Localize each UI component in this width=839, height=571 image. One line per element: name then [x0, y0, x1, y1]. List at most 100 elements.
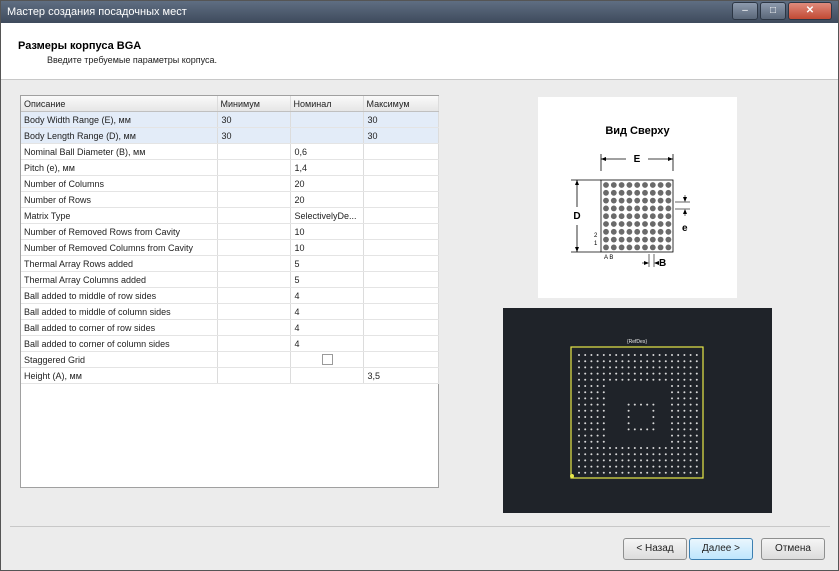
cell-max[interactable] — [363, 143, 439, 160]
pad — [671, 385, 673, 387]
cell-min[interactable] — [217, 191, 291, 208]
cell-max[interactable] — [363, 351, 439, 368]
table-row[interactable]: Thermal Array Columns added 5 — [21, 271, 439, 288]
cell-min[interactable] — [217, 159, 291, 176]
close-button[interactable]: ✕ — [788, 2, 832, 20]
table-row[interactable]: Number of Columns 20 — [21, 175, 439, 192]
cell-nom[interactable]: 4 — [290, 303, 364, 320]
table-row[interactable]: Number of Removed Columns from Cavity 10 — [21, 239, 439, 256]
cell-max[interactable] — [363, 223, 439, 240]
label-B: B — [659, 258, 666, 269]
cell-max[interactable]: 30 — [363, 127, 439, 144]
cell-min[interactable] — [217, 223, 291, 240]
cell-nom[interactable]: 10 — [290, 223, 364, 240]
table-row[interactable]: Body Width Range (E), мм 30 30 — [21, 111, 439, 128]
cell-nom[interactable]: 20 — [290, 191, 364, 208]
cell-nom[interactable] — [290, 367, 364, 384]
cell-max[interactable]: 3,5 — [363, 367, 439, 384]
cell-min[interactable] — [217, 351, 291, 368]
pad — [677, 422, 680, 425]
maximize-button[interactable]: □ — [760, 2, 786, 20]
column-header-description[interactable]: Описание — [21, 96, 218, 112]
pad — [602, 403, 605, 406]
cell-min[interactable]: 30 — [217, 127, 291, 144]
cell-max[interactable] — [363, 239, 439, 256]
pad — [578, 465, 580, 468]
cell-nom[interactable]: 0,6 — [290, 143, 364, 160]
cell-max[interactable] — [363, 303, 439, 320]
column-header-max[interactable]: Максимум — [363, 96, 439, 112]
pad — [695, 453, 698, 456]
empty-cell — [290, 459, 363, 474]
cell-min[interactable] — [217, 175, 291, 192]
cell-min[interactable] — [217, 319, 291, 336]
cell-max[interactable] — [363, 271, 439, 288]
table-row[interactable]: Number of Removed Rows from Cavity 10 — [21, 223, 439, 240]
pad — [646, 428, 649, 431]
table-row[interactable]: Height (A), мм 3,5 — [21, 367, 439, 384]
pad — [658, 360, 661, 363]
cell-min[interactable] — [217, 271, 291, 288]
cell-max[interactable] — [363, 207, 439, 224]
cell-nom[interactable]: SelectivelyDe... — [290, 207, 364, 224]
cell-nom[interactable] — [290, 351, 364, 368]
pad — [627, 403, 630, 406]
pad — [695, 416, 698, 418]
cell-max[interactable] — [363, 287, 439, 304]
cell-nom[interactable]: 20 — [290, 175, 364, 192]
cell-nom[interactable]: 5 — [290, 271, 364, 288]
pad — [578, 434, 580, 437]
table-row[interactable]: Matrix Type SelectivelyDe... — [21, 207, 439, 224]
table-row[interactable]: Staggered Grid — [21, 351, 439, 368]
cell-nom[interactable]: 4 — [290, 335, 364, 352]
cell-min[interactable] — [217, 143, 291, 160]
ball — [649, 197, 656, 204]
table-row[interactable]: Ball added to middle of column sides 4 — [21, 303, 439, 320]
table-row[interactable]: Body Length Range (D), мм 30 30 — [21, 127, 439, 144]
minimize-button[interactable]: – — [732, 2, 758, 20]
table-row[interactable]: Nominal Ball Diameter (B), мм 0,6 — [21, 143, 439, 160]
cell-min[interactable] — [217, 367, 291, 384]
cell-min[interactable] — [217, 207, 291, 224]
cancel-button[interactable]: Отмена — [761, 538, 825, 560]
empty-cell — [21, 459, 217, 474]
cell-nom[interactable]: 10 — [290, 239, 364, 256]
pad — [683, 366, 686, 369]
cell-min[interactable] — [217, 303, 291, 320]
ball — [642, 205, 648, 212]
cell-nom[interactable]: 1,4 — [290, 159, 364, 176]
cell-min[interactable] — [217, 255, 291, 272]
cell-max[interactable] — [363, 175, 439, 192]
cell-nom[interactable]: 4 — [290, 287, 364, 304]
cell-max[interactable]: 30 — [363, 111, 439, 128]
cell-nom[interactable]: 5 — [290, 255, 364, 272]
cell-max[interactable] — [363, 335, 439, 352]
column-header-min[interactable]: Минимум — [217, 96, 291, 112]
pad — [584, 385, 587, 387]
table-row[interactable]: Pitch (e), мм 1,4 — [21, 159, 439, 176]
cell-nom[interactable]: 4 — [290, 319, 364, 336]
next-button[interactable]: Далее > — [689, 538, 753, 560]
table-row[interactable]: Ball added to corner of column sides 4 — [21, 335, 439, 352]
table-row[interactable]: Ball added to corner of row sides 4 — [21, 319, 439, 336]
table-row[interactable]: Number of Rows 20 — [21, 191, 439, 208]
table-row[interactable]: Ball added to middle of row sides 4 — [21, 287, 439, 304]
cell-description: Number of Columns — [21, 175, 218, 192]
cell-min[interactable] — [217, 335, 291, 352]
cell-max[interactable] — [363, 255, 439, 272]
cell-min[interactable]: 30 — [217, 111, 291, 128]
table-row[interactable]: Thermal Array Rows added 5 — [21, 255, 439, 272]
cell-min[interactable] — [217, 287, 291, 304]
cell-max[interactable] — [363, 319, 439, 336]
cell-max[interactable] — [363, 191, 439, 208]
pad — [652, 354, 655, 356]
staggered-grid-checkbox[interactable] — [321, 354, 333, 366]
cell-max[interactable] — [363, 159, 439, 176]
cell-nom[interactable] — [290, 111, 364, 128]
cell-nom[interactable] — [290, 127, 364, 144]
column-header-nom[interactable]: Номинал — [290, 96, 364, 112]
cell-description: Ball added to middle of column sides — [21, 303, 218, 320]
back-button[interactable]: < Назад — [623, 538, 687, 560]
cell-min[interactable] — [217, 239, 291, 256]
pad — [596, 385, 599, 387]
